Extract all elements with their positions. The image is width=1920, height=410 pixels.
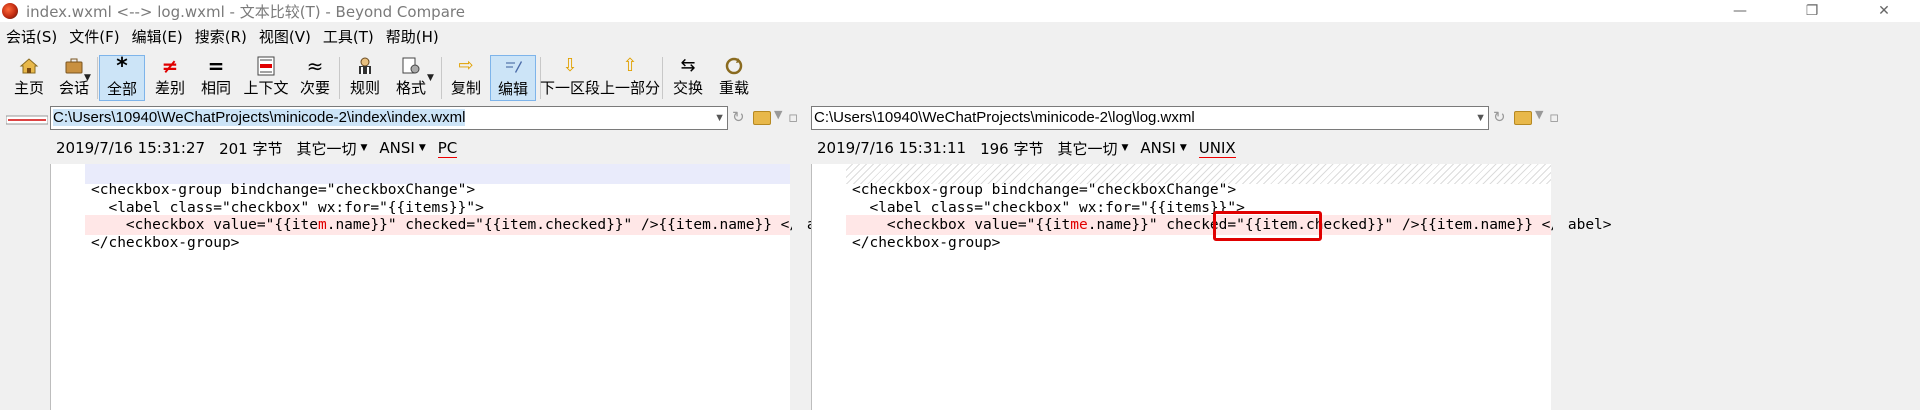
left-save-icon[interactable]: ▫: [788, 108, 798, 126]
toolbar-separator: [97, 57, 98, 99]
menu-file[interactable]: 文件(F): [69, 26, 119, 47]
not-equal-icon: ≠: [161, 54, 179, 78]
rules-button[interactable]: 规则: [345, 55, 385, 101]
arrow-up-icon: ⇧: [622, 55, 638, 76]
left-vertical-scrollbar[interactable]: [792, 164, 806, 410]
left-code-line[interactable]: </checkbox-group>: [51, 233, 790, 253]
right-other-option[interactable]: 其它一切: [1057, 138, 1117, 159]
right-save-icon[interactable]: ▫: [1549, 108, 1559, 126]
copy-button[interactable]: ⇨ 复制: [446, 55, 486, 101]
right-folder-dropdown-icon[interactable]: ▼: [1535, 108, 1543, 121]
edit-button[interactable]: 编辑: [490, 55, 536, 101]
arrow-right-icon: ⇨: [458, 55, 474, 76]
briefcase-icon: [64, 55, 84, 77]
menu-bar: 会话(S) 文件(F) 编辑(E) 搜索(R) 视图(V) 工具(T) 帮助(H…: [0, 25, 451, 47]
right-path-dropdown-icon[interactable]: ▼: [1475, 107, 1486, 129]
minimize-button[interactable]: —: [1704, 0, 1776, 22]
left-file-size: 201 字节: [219, 139, 283, 158]
left-other-option[interactable]: 其它一切: [296, 138, 356, 159]
right-code-line[interactable]: <checkbox-group bindchange="checkboxChan…: [812, 180, 1551, 200]
home-icon: [19, 55, 39, 77]
pencil-icon: [503, 56, 523, 78]
format-button[interactable]: 格式: [391, 55, 431, 101]
right-refresh-icon[interactable]: ↻: [1493, 108, 1506, 126]
left-file-datetime: 2019/7/16 15:31:27: [56, 139, 206, 157]
menu-view[interactable]: 视图(V): [259, 26, 311, 47]
approx-icon: ≈: [306, 54, 324, 78]
right-vertical-scrollbar[interactable]: [1553, 164, 1567, 410]
right-editor-pane[interactable]: <checkbox-group bindchange="checkboxChan…: [811, 164, 1612, 410]
left-code-line[interactable]: <checkbox-group bindchange="checkboxChan…: [51, 180, 790, 200]
right-line-ending[interactable]: UNIX: [1198, 139, 1236, 158]
left-path-input[interactable]: C:\Users\10940\WeChatProjects\minicode-2…: [50, 106, 728, 130]
window-controls: — ❐ ✕: [1704, 0, 1920, 22]
left-diff-highlight: m: [317, 217, 327, 233]
close-button[interactable]: ✕: [1848, 0, 1920, 22]
left-folder-dropdown-icon[interactable]: ▼: [774, 108, 782, 121]
left-folder-icon[interactable]: [753, 111, 771, 125]
asterisk-icon: *: [116, 54, 128, 79]
reload-button[interactable]: 重载: [714, 55, 754, 101]
right-diff-highlight: me: [1070, 217, 1088, 233]
reload-icon: [724, 55, 744, 77]
right-folder-icon[interactable]: [1514, 111, 1532, 125]
title-bar: index.wxml <--> log.wxml - 文本比较(T) - Bey…: [0, 0, 1920, 22]
menu-help[interactable]: 帮助(H): [386, 26, 439, 47]
toolbar: 主页 会话 ▼ * 全部 ≠ 差别 = 相同 上下文 ≈ 次要 规则 格式 ▼ …: [0, 51, 1920, 105]
beyond-compare-logo-icon: [2, 3, 18, 19]
next-section-button[interactable]: ⇩ 下一区段: [540, 55, 600, 101]
left-encoding-dropdown-icon[interactable]: ▼: [419, 143, 426, 153]
swap-icon: ⇆: [680, 55, 696, 76]
restore-button[interactable]: ❐: [1776, 0, 1848, 22]
right-path-input[interactable]: C:\Users\10940\WeChatProjects\minicode-2…: [811, 106, 1489, 130]
toolbar-separator: [339, 57, 340, 99]
right-diff-line[interactable]: <checkbox value="{{itme.name}}" checked=…: [846, 215, 1612, 235]
show-same-button[interactable]: = 相同: [196, 55, 236, 101]
show-all-button[interactable]: * 全部: [99, 55, 145, 101]
right-file-info: 2019/7/16 15:31:11 196 字节 其它一切 ▼ ANSI ▼ …: [817, 138, 1250, 158]
menu-session[interactable]: 会话(S): [6, 26, 57, 47]
toolbar-separator: [441, 57, 442, 99]
left-line-ending[interactable]: PC: [437, 139, 458, 158]
right-file-size: 196 字节: [980, 139, 1044, 158]
context-button[interactable]: 上下文: [243, 55, 289, 101]
home-button[interactable]: 主页: [6, 55, 52, 101]
left-file-info: 2019/7/16 15:31:27 201 字节 其它一切 ▼ ANSI ▼ …: [56, 138, 471, 158]
swap-button[interactable]: ⇆ 交换: [668, 55, 708, 101]
right-encoding[interactable]: ANSI: [1140, 139, 1175, 157]
left-diff-line[interactable]: <checkbox value="{{item.name}}" checked=…: [85, 215, 851, 235]
minor-button[interactable]: ≈ 次要: [295, 55, 335, 101]
left-editor-pane[interactable]: <checkbox-group bindchange="checkboxChan…: [50, 164, 851, 410]
session-dropdown-icon[interactable]: ▼: [84, 73, 91, 83]
referee-icon: [355, 55, 375, 77]
format-gear-icon: [401, 55, 421, 77]
right-file-datetime: 2019/7/16 15:31:11: [817, 139, 967, 157]
left-mini-map-icon: [5, 112, 49, 125]
right-other-dropdown-icon[interactable]: ▼: [1121, 143, 1128, 153]
menu-search[interactable]: 搜索(R): [195, 26, 247, 47]
left-refresh-icon[interactable]: ↻: [732, 108, 745, 126]
show-diffs-button[interactable]: ≠ 差别: [150, 55, 190, 101]
right-encoding-dropdown-icon[interactable]: ▼: [1180, 143, 1187, 153]
equal-icon: =: [207, 54, 225, 78]
left-path-dropdown-icon[interactable]: ▼: [714, 107, 725, 129]
prev-section-button[interactable]: ⇧ 上一部分: [600, 55, 660, 101]
diff-annotation-box: [1213, 211, 1322, 241]
toolbar-separator: [662, 57, 663, 99]
menu-edit[interactable]: 编辑(E): [132, 26, 183, 47]
right-code-line[interactable]: </checkbox-group>: [812, 233, 1551, 253]
format-dropdown-icon[interactable]: ▼: [427, 73, 434, 83]
window-title: index.wxml <--> log.wxml - 文本比较(T) - Bey…: [26, 2, 465, 21]
context-icon: [257, 55, 275, 77]
left-encoding[interactable]: ANSI: [379, 139, 414, 157]
arrow-down-icon: ⇩: [562, 55, 578, 76]
menu-tools[interactable]: 工具(T): [323, 26, 374, 47]
left-other-dropdown-icon[interactable]: ▼: [360, 143, 367, 153]
